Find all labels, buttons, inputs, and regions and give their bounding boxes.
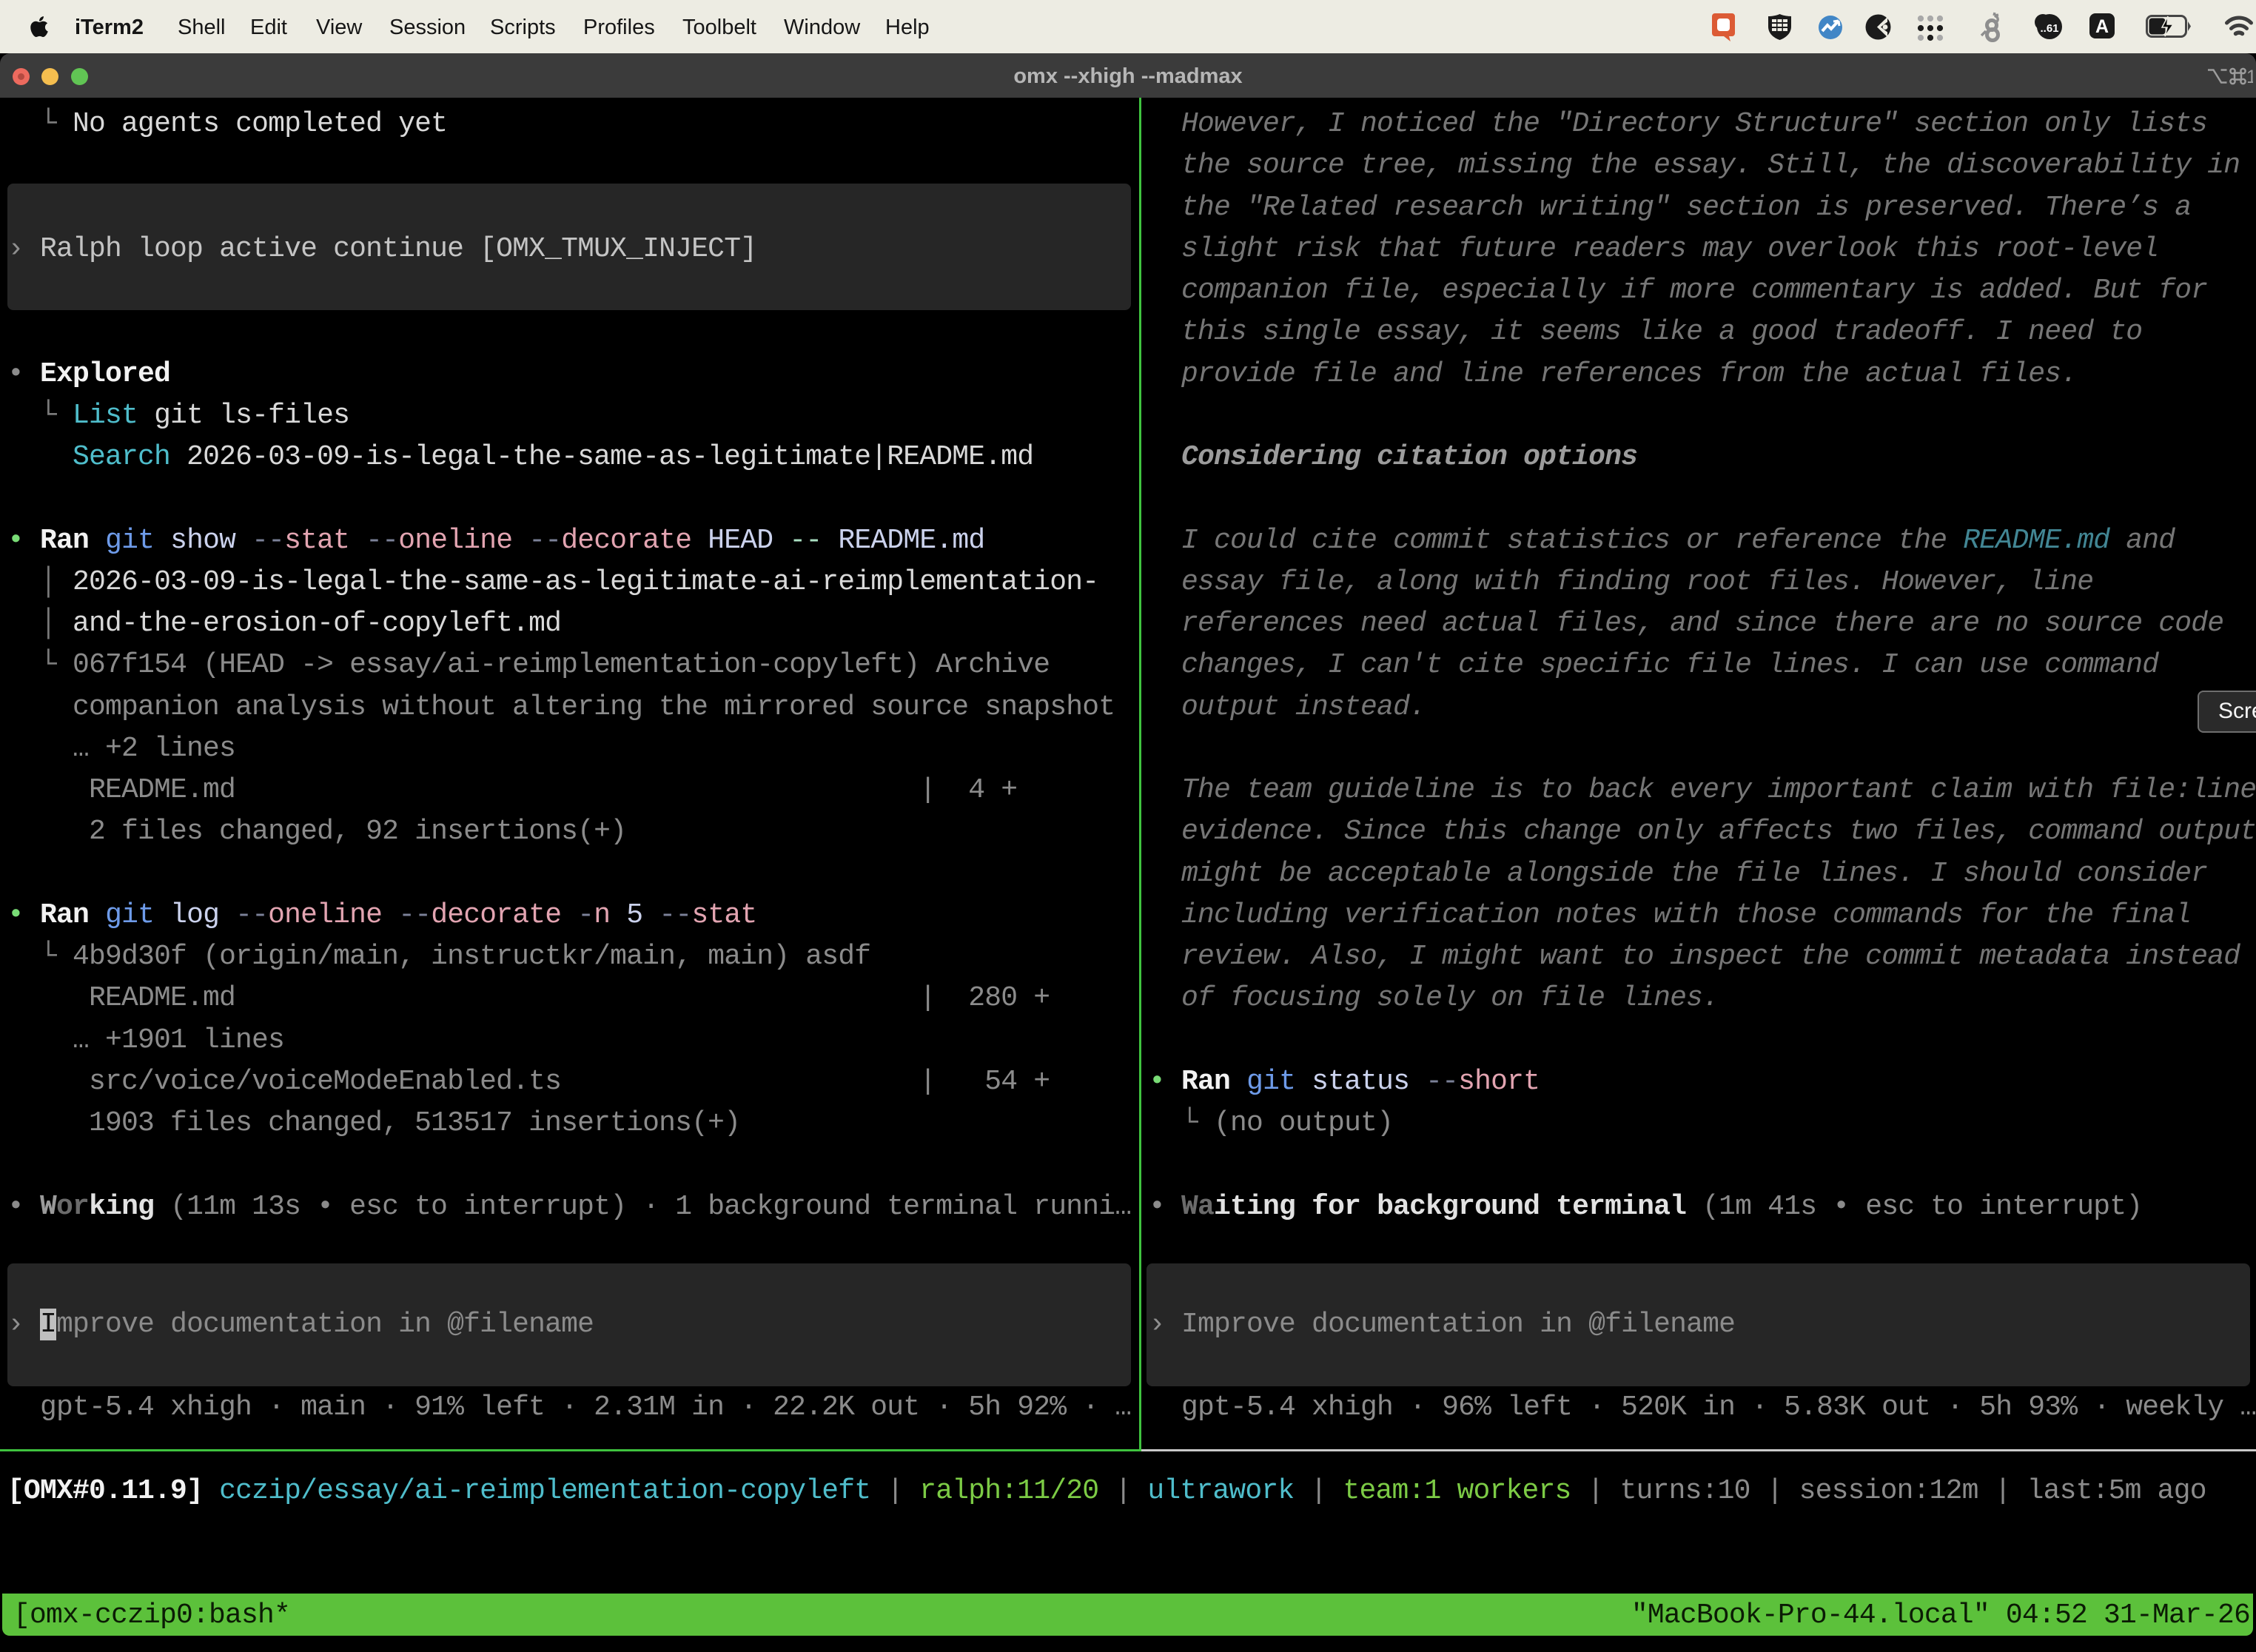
svg-text:1: 1 (2246, 67, 2253, 87)
svg-text:..61: ..61 (2040, 22, 2058, 35)
